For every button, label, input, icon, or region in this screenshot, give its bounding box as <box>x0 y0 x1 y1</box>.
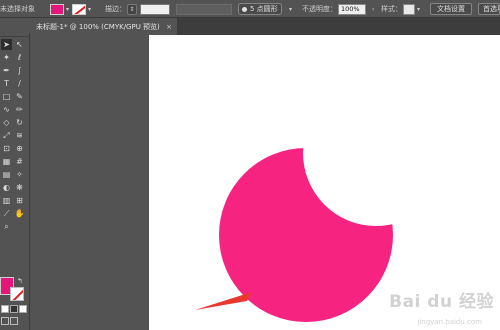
document-tabbar: 未标题-1* @ 100% (CMYK/GPU 预览) × <box>32 18 500 35</box>
artboard[interactable]: Bai du 经验 jingyan.baidu.com <box>149 35 500 330</box>
stroke-swatch[interactable] <box>72 3 86 15</box>
opacity-arrow[interactable]: › <box>370 0 374 18</box>
tools-panel: ➤ ↖ ✦ ℓ ✒ ∫ T / □ ✎ ∿ ✏ ◇ ↻ ⤢ ≋ ⊡ ⊕ ▦ # … <box>0 33 30 330</box>
document-tab-title: 未标题-1* @ 100% (CMYK/GPU 预览) <box>36 22 160 31</box>
stroke-swatch-control[interactable]: ▾ <box>72 0 91 18</box>
chevron-down-icon[interactable]: ▾ <box>289 6 292 13</box>
brush-caret[interactable]: ▾ <box>287 0 292 18</box>
doc-settings[interactable]: 文档设置 <box>430 0 472 18</box>
close-icon[interactable]: × <box>166 23 172 31</box>
lasso-tool-icon[interactable]: ℓ <box>14 52 25 63</box>
prefs[interactable]: 首选项 <box>478 0 500 18</box>
chevron-down-icon[interactable]: ▾ <box>88 6 91 13</box>
pointer-arrow <box>195 292 252 310</box>
opacity-label: 不透明度： <box>302 5 337 13</box>
pen-tool-icon[interactable]: ✒ <box>1 65 12 76</box>
pencil-tool-icon[interactable]: ✏ <box>14 104 25 115</box>
direct-selection-tool-icon[interactable]: ↖ <box>14 39 25 50</box>
chevron-down-icon[interactable]: ▾ <box>66 6 69 13</box>
paintbrush-tool-icon[interactable]: ✎ <box>14 91 25 102</box>
stroke-label: 描边： <box>105 5 126 13</box>
watermark-logo: Bai du 经验 <box>389 292 494 312</box>
mesh-tool-icon[interactable]: # <box>14 156 25 167</box>
style-dropdown[interactable]: ▾ <box>403 0 420 18</box>
artboard-tool-icon[interactable]: ⊞ <box>14 195 25 206</box>
selection-status: 未选择对象 <box>0 0 35 18</box>
stroke-weight-group: 描边： <box>105 0 126 18</box>
variable-width-field[interactable] <box>176 3 232 15</box>
shaper-tool-icon[interactable]: ∿ <box>1 104 12 115</box>
blend-tool-icon[interactable]: ◐ <box>1 182 12 193</box>
eyedropper-tool-icon[interactable]: ✧ <box>14 169 25 180</box>
chevron-down-icon[interactable]: ▾ <box>417 6 420 13</box>
style-group: 样式： <box>381 0 402 18</box>
scale-tool-icon[interactable]: ⤢ <box>1 130 12 141</box>
opacity-field[interactable]: 100% <box>338 3 366 15</box>
doc-settings-button[interactable]: 文档设置 <box>430 3 472 15</box>
prefs-button[interactable]: 首选项 <box>478 3 500 15</box>
document-tab[interactable]: 未标题-1* @ 100% (CMYK/GPU 预览) × <box>32 18 177 35</box>
artwork[interactable] <box>149 35 500 330</box>
stepper-icon[interactable]: ⇕ <box>127 3 137 15</box>
curvature-tool-icon[interactable]: ∫ <box>14 65 25 76</box>
column-graph-tool-icon[interactable]: ▥ <box>1 195 12 206</box>
watermark-url: jingyan.baidu.com <box>417 318 482 326</box>
opacity-group: 不透明度： <box>302 0 337 18</box>
rectangle-tool-icon[interactable]: □ <box>1 91 12 102</box>
stroke-weight-spinner[interactable]: ⇕ <box>127 0 137 18</box>
screen-mode-icon[interactable] <box>10 317 18 325</box>
brush-label: 5 点圆形 <box>250 5 278 13</box>
shape-builder-tool-icon[interactable]: ⊕ <box>14 143 25 154</box>
eraser-tool-icon[interactable]: ◇ <box>1 117 12 128</box>
brush-definition[interactable]: 5 点圆形 <box>238 0 282 18</box>
fill-swatch-control[interactable]: ▾ <box>50 0 69 18</box>
stroke-weight-field[interactable] <box>140 3 170 15</box>
perspective-grid-tool-icon[interactable]: ▦ <box>1 156 12 167</box>
slice-tool-icon[interactable]: ⟋ <box>1 208 12 219</box>
control-bar: 未选择对象 ▾ ▾ 描边： ⇕ 5 点圆形 ▾ 不透明度： 100% › 样式： <box>0 0 500 18</box>
brush-dropdown[interactable]: 5 点圆形 <box>238 3 282 15</box>
line-tool-icon[interactable]: / <box>14 78 25 89</box>
draw-mode-icon[interactable] <box>1 317 9 325</box>
gradient-mode-icon[interactable] <box>10 305 18 313</box>
stroke-weight-input[interactable] <box>140 0 170 18</box>
fill-swatch[interactable] <box>50 3 64 15</box>
rotate-tool-icon[interactable]: ↻ <box>14 117 25 128</box>
none-mode-icon[interactable] <box>19 305 27 313</box>
swap-colors-icon[interactable]: ↰ <box>17 277 23 285</box>
selection-label: 未选择对象 <box>0 5 35 13</box>
width-tool-icon[interactable]: ≋ <box>14 130 25 141</box>
stroke-color-box[interactable] <box>10 287 24 301</box>
opacity-input[interactable]: 100% <box>338 0 366 18</box>
symbol-sprayer-tool-icon[interactable]: ❋ <box>14 182 25 193</box>
selection-tool-icon[interactable]: ➤ <box>1 39 12 50</box>
style-label: 样式： <box>381 5 402 13</box>
pasteboard[interactable] <box>31 35 149 330</box>
type-tool-icon[interactable]: T <box>1 78 12 89</box>
hand-tool-icon[interactable]: ✋ <box>14 208 25 219</box>
style-swatch[interactable] <box>403 3 415 15</box>
chevron-right-icon[interactable]: › <box>372 6 374 13</box>
gradient-tool-icon[interactable]: ▤ <box>1 169 12 180</box>
panel-grip[interactable] <box>0 33 30 37</box>
brush-dot-icon <box>242 6 247 12</box>
magic-wand-tool-icon[interactable]: ✦ <box>1 52 12 63</box>
default-colors-icon[interactable] <box>1 305 9 313</box>
free-transform-tool-icon[interactable]: ⊡ <box>1 143 12 154</box>
variable-width-profile[interactable] <box>176 0 232 18</box>
zoom-tool-icon[interactable]: ⌕ <box>1 221 12 232</box>
